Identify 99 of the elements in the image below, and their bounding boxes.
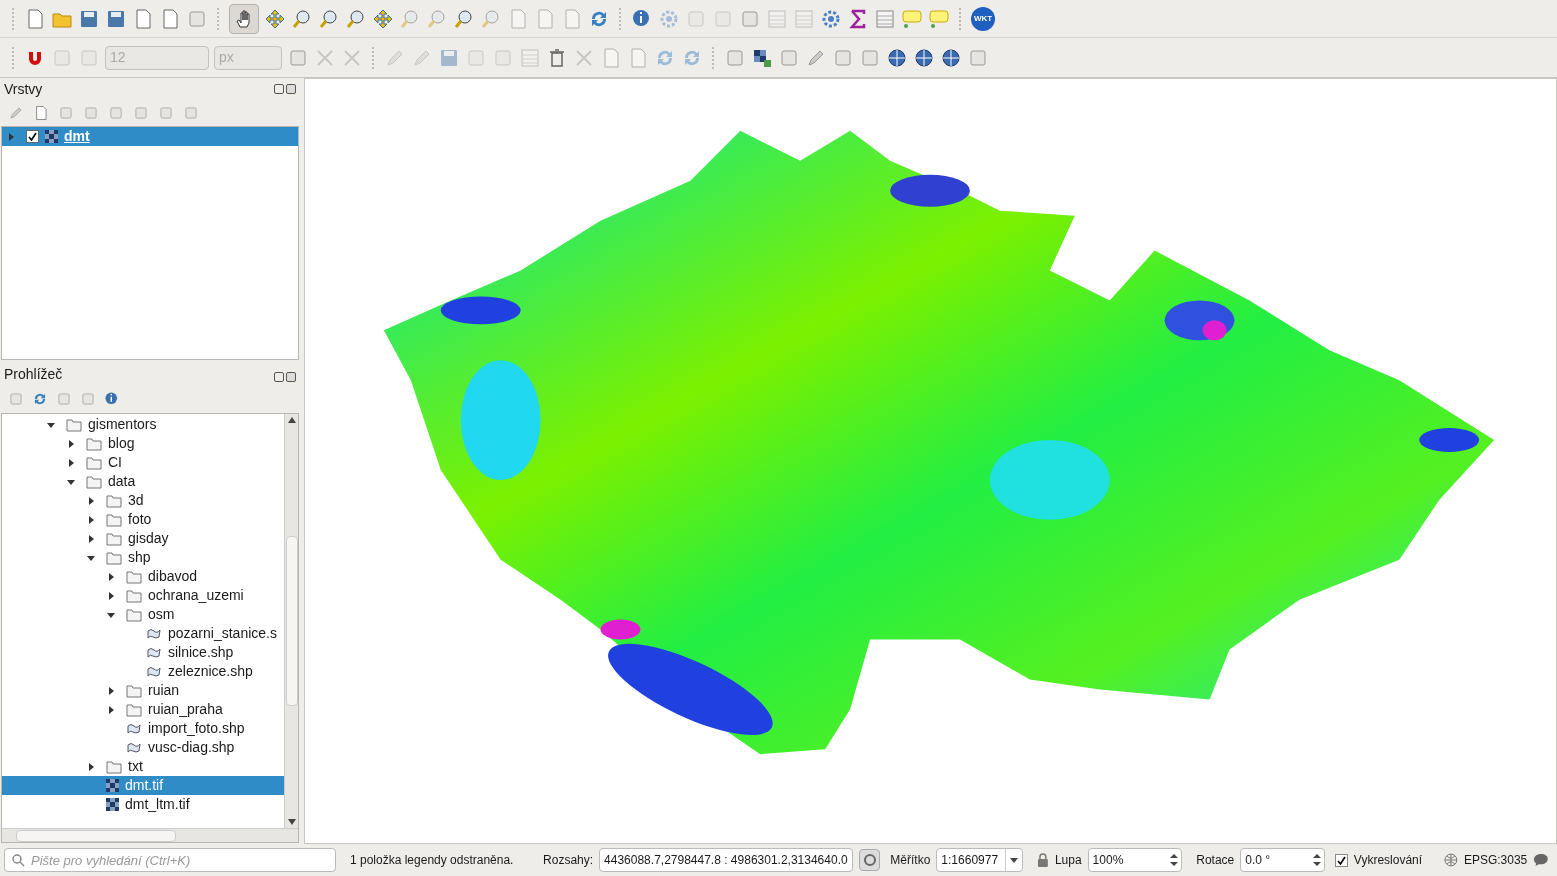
measure-ruler-icon[interactable] xyxy=(874,7,896,30)
browser-item[interactable]: ruian_praha xyxy=(2,700,284,719)
browser-item[interactable]: dmt.tif xyxy=(2,776,284,795)
add-wcs-icon[interactable] xyxy=(940,46,962,69)
browser-item[interactable]: CI xyxy=(2,453,284,472)
float-icon[interactable] xyxy=(274,84,284,94)
browser-item[interactable]: zeleznice.shp xyxy=(2,662,284,681)
folder-icon xyxy=(106,531,122,546)
search-icon xyxy=(11,853,25,867)
browser-item[interactable]: import_foto.shp xyxy=(2,719,284,738)
magnifier-spinbox[interactable]: 100% xyxy=(1087,848,1183,872)
browser-item[interactable]: shp xyxy=(2,548,284,567)
search-field[interactable]: Pište pro vyhledání (Ctrl+K) xyxy=(4,848,336,872)
globe-icon[interactable] xyxy=(1444,853,1458,867)
render-label: Vykreslování xyxy=(1353,852,1423,869)
browser-item[interactable]: osm xyxy=(2,605,284,624)
folder-icon xyxy=(86,474,102,489)
zoom-native-icon[interactable] xyxy=(345,7,367,30)
browser-item[interactable]: silnice.shp xyxy=(2,643,284,662)
panel-title: Prohlížeč xyxy=(4,365,63,384)
vertical-scrollbar[interactable] xyxy=(284,414,298,828)
messages-icon[interactable] xyxy=(1533,853,1549,867)
browser-item[interactable]: blog xyxy=(2,434,284,453)
zoom-last-icon[interactable] xyxy=(453,7,475,30)
raster-icon xyxy=(45,130,58,143)
spin-arrows-icon[interactable] xyxy=(1313,853,1321,867)
text-annotation-icon[interactable] xyxy=(928,7,950,30)
browser-item[interactable]: foto xyxy=(2,510,284,529)
folder-icon xyxy=(106,493,122,508)
field-calculator-icon[interactable] xyxy=(793,7,815,30)
lock-icon[interactable] xyxy=(1037,853,1049,867)
close-icon[interactable] xyxy=(286,372,296,382)
browser-item[interactable]: ruian xyxy=(2,681,284,700)
rotation-spinbox[interactable]: 0.0 ° xyxy=(1240,848,1325,872)
magnifier-label: Lupa xyxy=(1054,852,1082,869)
folder-icon xyxy=(126,607,142,622)
add-group-icon[interactable] xyxy=(33,105,49,121)
modify-attributes-icon[interactable] xyxy=(519,46,541,69)
raster-icon xyxy=(106,779,119,792)
extents-label: Rozsahy: xyxy=(543,852,594,869)
scroll-down-icon[interactable] xyxy=(287,819,296,825)
attribute-table-icon[interactable] xyxy=(766,7,788,30)
browser-item[interactable]: dibavod xyxy=(2,567,284,586)
layer-checkbox[interactable] xyxy=(26,130,39,143)
add-wfs-icon[interactable] xyxy=(913,46,935,69)
browser-item[interactable]: vusc-diag.shp xyxy=(2,738,284,757)
layer-item[interactable]: dmt xyxy=(2,127,298,146)
float-icon[interactable] xyxy=(274,372,284,382)
pan-tool-button[interactable] xyxy=(229,3,259,34)
browser-item[interactable]: dmt_ltm.tif xyxy=(2,795,284,814)
horizontal-scrollbar[interactable] xyxy=(2,828,298,842)
folder-icon xyxy=(126,588,142,603)
browser-item[interactable]: txt xyxy=(2,757,284,776)
folder-icon xyxy=(126,683,142,698)
map-tips-icon[interactable] xyxy=(901,7,923,30)
close-icon[interactable] xyxy=(286,84,296,94)
browser-item[interactable]: 3d xyxy=(2,491,284,510)
folder-icon xyxy=(106,550,122,565)
zoom-selection-icon[interactable] xyxy=(399,7,421,30)
folder-icon xyxy=(86,455,102,470)
add-wms-icon[interactable] xyxy=(886,46,908,69)
rotation-label: Rotace xyxy=(1196,852,1235,869)
scale-combo[interactable]: 1:1660977 xyxy=(936,848,1024,872)
pan-to-selection-icon[interactable] xyxy=(264,7,286,30)
polygon-layer-icon xyxy=(126,721,142,736)
browser-item[interactable]: data xyxy=(2,472,284,491)
browser-item[interactable]: gismentors xyxy=(2,415,284,434)
zoom-in-icon[interactable] xyxy=(291,7,313,30)
zoom-out-icon[interactable] xyxy=(318,7,340,30)
browser-item[interactable]: gisday xyxy=(2,529,284,548)
extents-toggle-icon[interactable] xyxy=(858,849,881,871)
scale-label: Měřítko xyxy=(890,852,931,869)
wkt-button[interactable]: WKT xyxy=(971,6,995,31)
extents-field[interactable]: 4436088.7,2798447.8 : 4986301.2,3134640.0 xyxy=(599,848,853,872)
polygon-layer-icon xyxy=(146,645,162,660)
panel-title: Vrstvy xyxy=(4,79,43,99)
folder-icon xyxy=(126,702,142,717)
zoom-layer-icon[interactable] xyxy=(426,7,448,30)
polygon-layer-icon xyxy=(146,664,162,679)
folder-icon xyxy=(126,569,142,584)
status-message: 1 položka legendy odstraněna. xyxy=(350,852,515,869)
raster-icon xyxy=(106,798,119,811)
polygon-layer-icon xyxy=(146,626,162,641)
browser-item[interactable]: ochrana_uzemi xyxy=(2,586,284,605)
polygon-layer-icon xyxy=(126,740,142,755)
dropdown-caret-icon[interactable] xyxy=(1010,857,1019,863)
refresh-icon[interactable] xyxy=(32,391,48,407)
crs-button[interactable]: EPSG:3035 xyxy=(1463,851,1528,869)
browser-item[interactable]: pozarni_stanice.s xyxy=(2,624,284,643)
zoom-next-icon[interactable] xyxy=(480,7,502,30)
folder-icon xyxy=(106,759,122,774)
info-icon[interactable] xyxy=(104,391,120,407)
folder-icon xyxy=(66,417,82,432)
scroll-up-icon[interactable] xyxy=(287,417,296,423)
spin-arrows-icon[interactable] xyxy=(1170,853,1179,867)
map-canvas[interactable] xyxy=(304,78,1557,844)
folder-icon xyxy=(86,436,102,451)
folder-icon xyxy=(106,512,122,527)
render-checkbox[interactable] xyxy=(1335,853,1348,867)
